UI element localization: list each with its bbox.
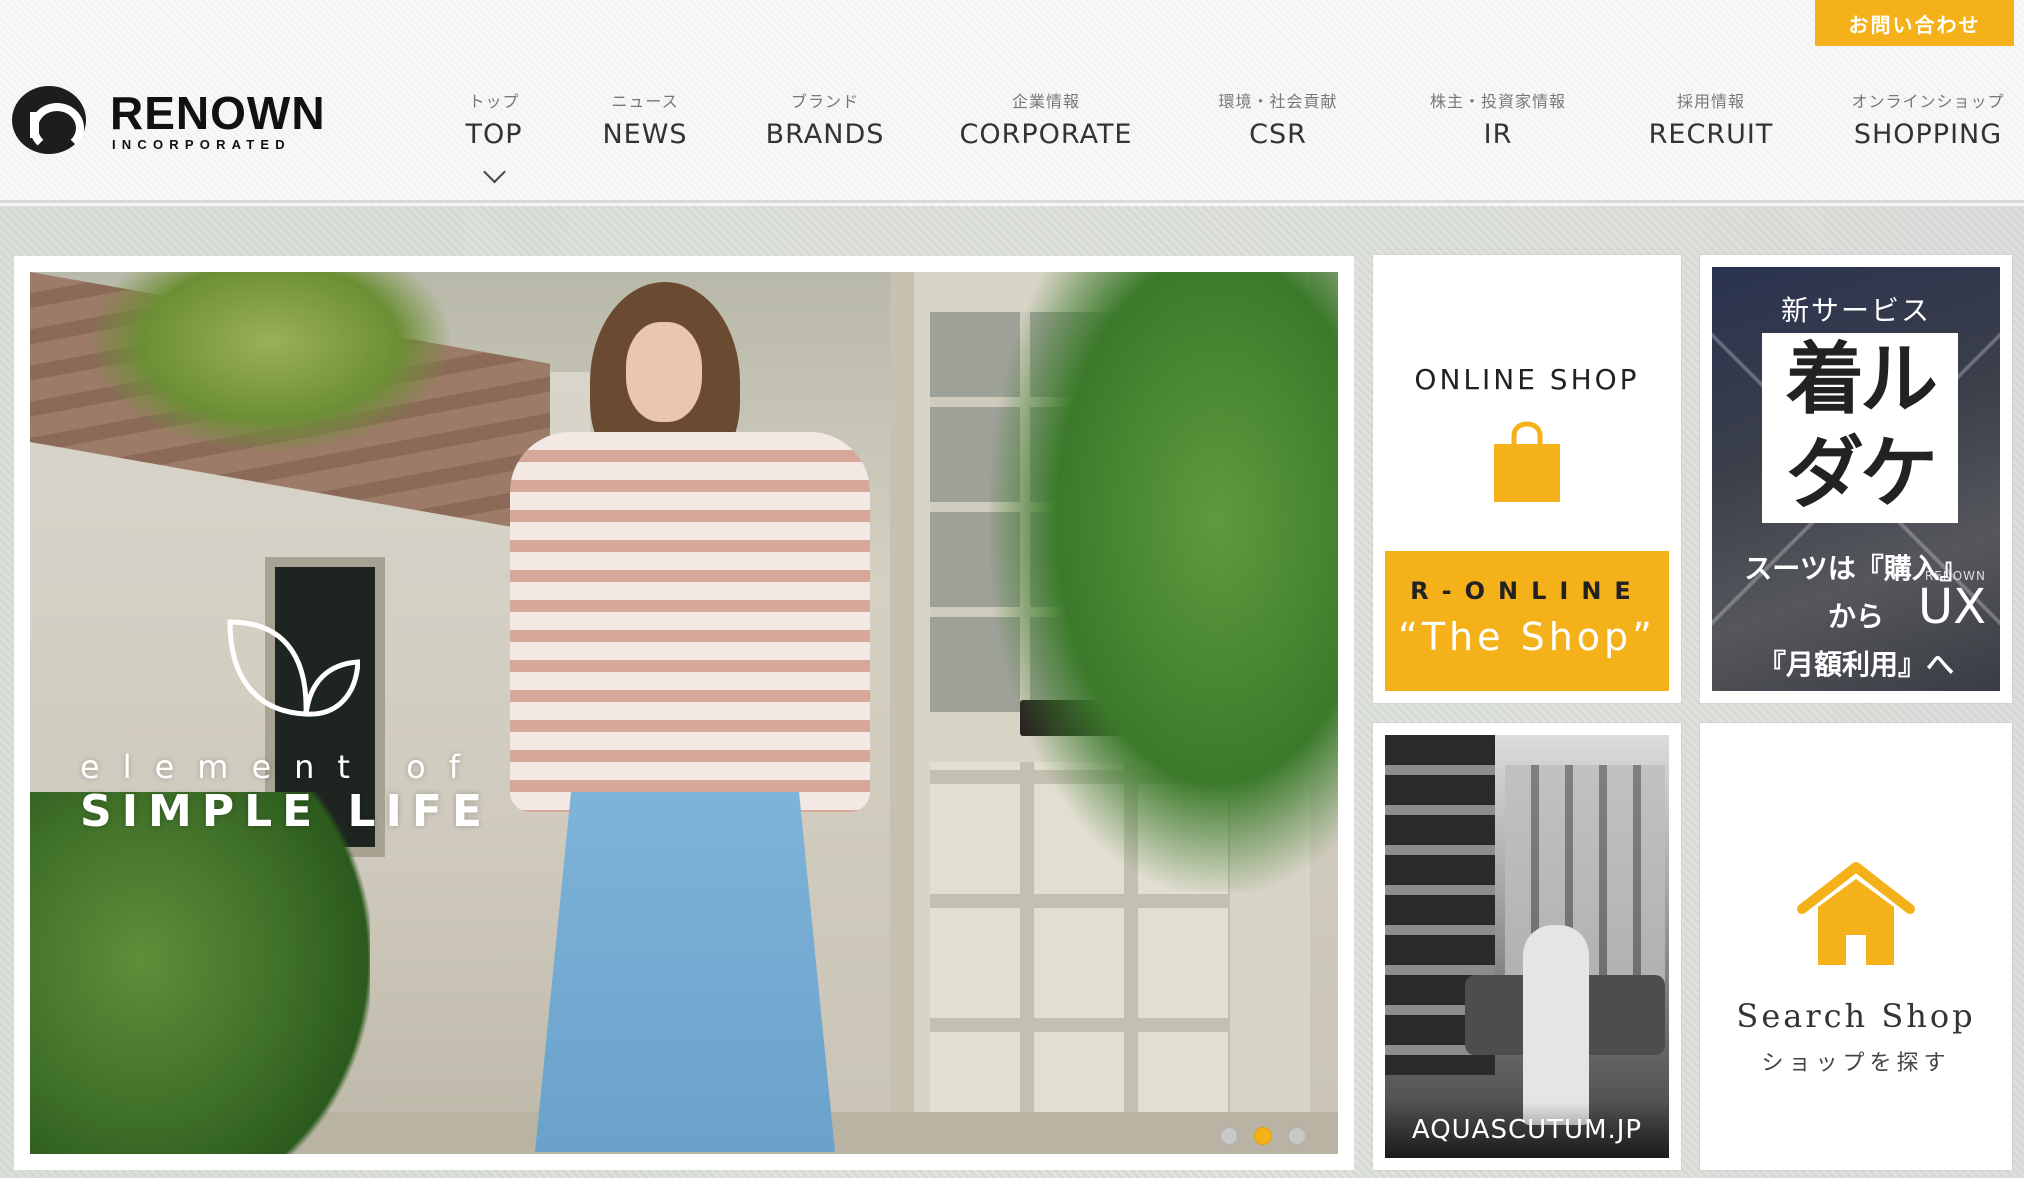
nav-jp-label: 株主・投資家情報 [1429, 92, 1567, 111]
logo-text: RENOWN INCORPORATED [110, 90, 326, 151]
slider-dot-3[interactable] [1288, 1127, 1306, 1145]
hero-foliage [90, 272, 450, 452]
nav-en-label: CORPORATE [959, 119, 1133, 150]
nav-item-shopping[interactable]: オンラインショップ SHOPPING [1851, 88, 2004, 150]
kiru-copy-line2: から [1827, 600, 1884, 633]
nav-jp-label: ブランド [790, 92, 860, 111]
nav-en-label: RECRUIT [1648, 119, 1774, 150]
kiru-logo: 着ル ダケ [1762, 333, 1958, 523]
online-shop-top: ONLINE SHOP [1385, 267, 1669, 551]
site-header: お問い合わせ RENOWN INCORPORATED トップ TOP ニュース … [0, 0, 2024, 203]
online-shop-banner: R-ONLINE “The Shop” [1385, 551, 1669, 691]
company-logo[interactable]: RENOWN INCORPORATED [12, 86, 326, 154]
nav-en-label: SHOPPING [1853, 119, 2003, 150]
aquascutum-card[interactable]: AQUASCUTUM.JP [1373, 723, 1681, 1170]
house-icon [1797, 862, 1915, 965]
hero-model-face [626, 322, 702, 422]
nav-jp-label: 企業情報 [1011, 92, 1080, 111]
online-shop-card[interactable]: ONLINE SHOP R-ONLINE “The Shop” [1373, 255, 1681, 703]
search-shop-inner: Search Shop ショップを探す [1712, 735, 2000, 1158]
nav-item-top[interactable]: トップ TOP [465, 88, 523, 184]
hero-tagline: element of SIMPLE LIFE [80, 612, 492, 837]
nav-en-label: NEWS [602, 119, 688, 150]
contact-button[interactable]: お問い合わせ [1815, 0, 2014, 46]
kiru-copy: スーツは『購入』 から 『月額利用』へ [1712, 545, 2000, 689]
nav-jp-label: トップ [468, 92, 520, 111]
hero-slider[interactable]: element of SIMPLE LIFE [14, 256, 1354, 1170]
nav-item-brands[interactable]: ブランド BRANDS [766, 88, 885, 150]
kiru-copy-line1: スーツは『購入』 [1744, 552, 1968, 585]
kiru-title-line2: ダケ [1785, 429, 1938, 519]
nav-item-recruit[interactable]: 採用情報 RECRUIT [1649, 88, 1774, 150]
leaf-icon [227, 619, 361, 717]
search-shop-subtitle: ショップを探す [1761, 1051, 1951, 1076]
aquascutum-model [1523, 925, 1589, 1125]
logo-sub-text: INCORPORATED [112, 136, 291, 152]
nav-en-label: IR [1483, 119, 1513, 150]
nav-jp-label: ニュース [611, 92, 679, 111]
nav-en-label: CSR [1249, 119, 1307, 150]
slider-dot-2[interactable] [1254, 1127, 1272, 1145]
kiru-dake-card[interactable]: 新サービス 着ル ダケ RENOWN UX スーツは『購入』 から 『月額利用』… [1700, 255, 2012, 703]
chevron-down-icon [482, 160, 506, 184]
online-shop-tagline: “The Shop” [1398, 615, 1656, 659]
nav-en-label: BRANDS [765, 119, 885, 150]
shopping-bag-icon [1494, 421, 1560, 502]
hero-image: element of SIMPLE LIFE [30, 272, 1338, 1154]
online-shop-title: ONLINE SHOP [1414, 363, 1640, 396]
nav-en-label: TOP [465, 119, 523, 150]
aquascutum-label: AQUASCUTUM.JP [1385, 1102, 1669, 1158]
kiru-new-label: 新サービス [1780, 294, 1931, 327]
slider-pagination [1220, 1127, 1306, 1145]
nav-jp-label: 採用情報 [1676, 92, 1745, 111]
hero-tag-big: SIMPLE LIFE [80, 786, 493, 837]
nav-item-ir[interactable]: 株主・投資家情報 IR [1430, 88, 1566, 150]
search-shop-title: Search Shop [1736, 997, 1976, 1035]
nav-item-csr[interactable]: 環境・社会貢献 CSR [1218, 88, 1337, 150]
hero-model-skirt [535, 792, 835, 1152]
renown-logo-icon [12, 86, 86, 154]
kiru-title-line1: 着ル [1785, 335, 1938, 425]
logo-main-text: RENOWN [110, 86, 326, 139]
online-shop-brand: R-ONLINE [1410, 577, 1644, 605]
search-shop-card[interactable]: Search Shop ショップを探す [1700, 723, 2012, 1170]
slider-dot-1[interactable] [1220, 1127, 1238, 1145]
nav-item-corporate[interactable]: 企業情報 CORPORATE [960, 88, 1133, 150]
aquascutum-image: AQUASCUTUM.JP [1385, 735, 1669, 1158]
hero-foliage [30, 792, 370, 1154]
hero-foliage [990, 272, 1338, 892]
nav-item-news[interactable]: ニュース NEWS [602, 88, 687, 150]
kiru-copy-line3: 『月額利用』へ [1757, 648, 1954, 681]
nav-jp-label: 環境・社会貢献 [1218, 92, 1338, 111]
hero-tag-small: element of [80, 748, 483, 786]
kiru-dake-image: 新サービス 着ル ダケ RENOWN UX スーツは『購入』 から 『月額利用』… [1712, 267, 2000, 691]
nav-jp-label: オンラインショップ [1851, 92, 2005, 111]
hero-model-top [510, 432, 870, 812]
